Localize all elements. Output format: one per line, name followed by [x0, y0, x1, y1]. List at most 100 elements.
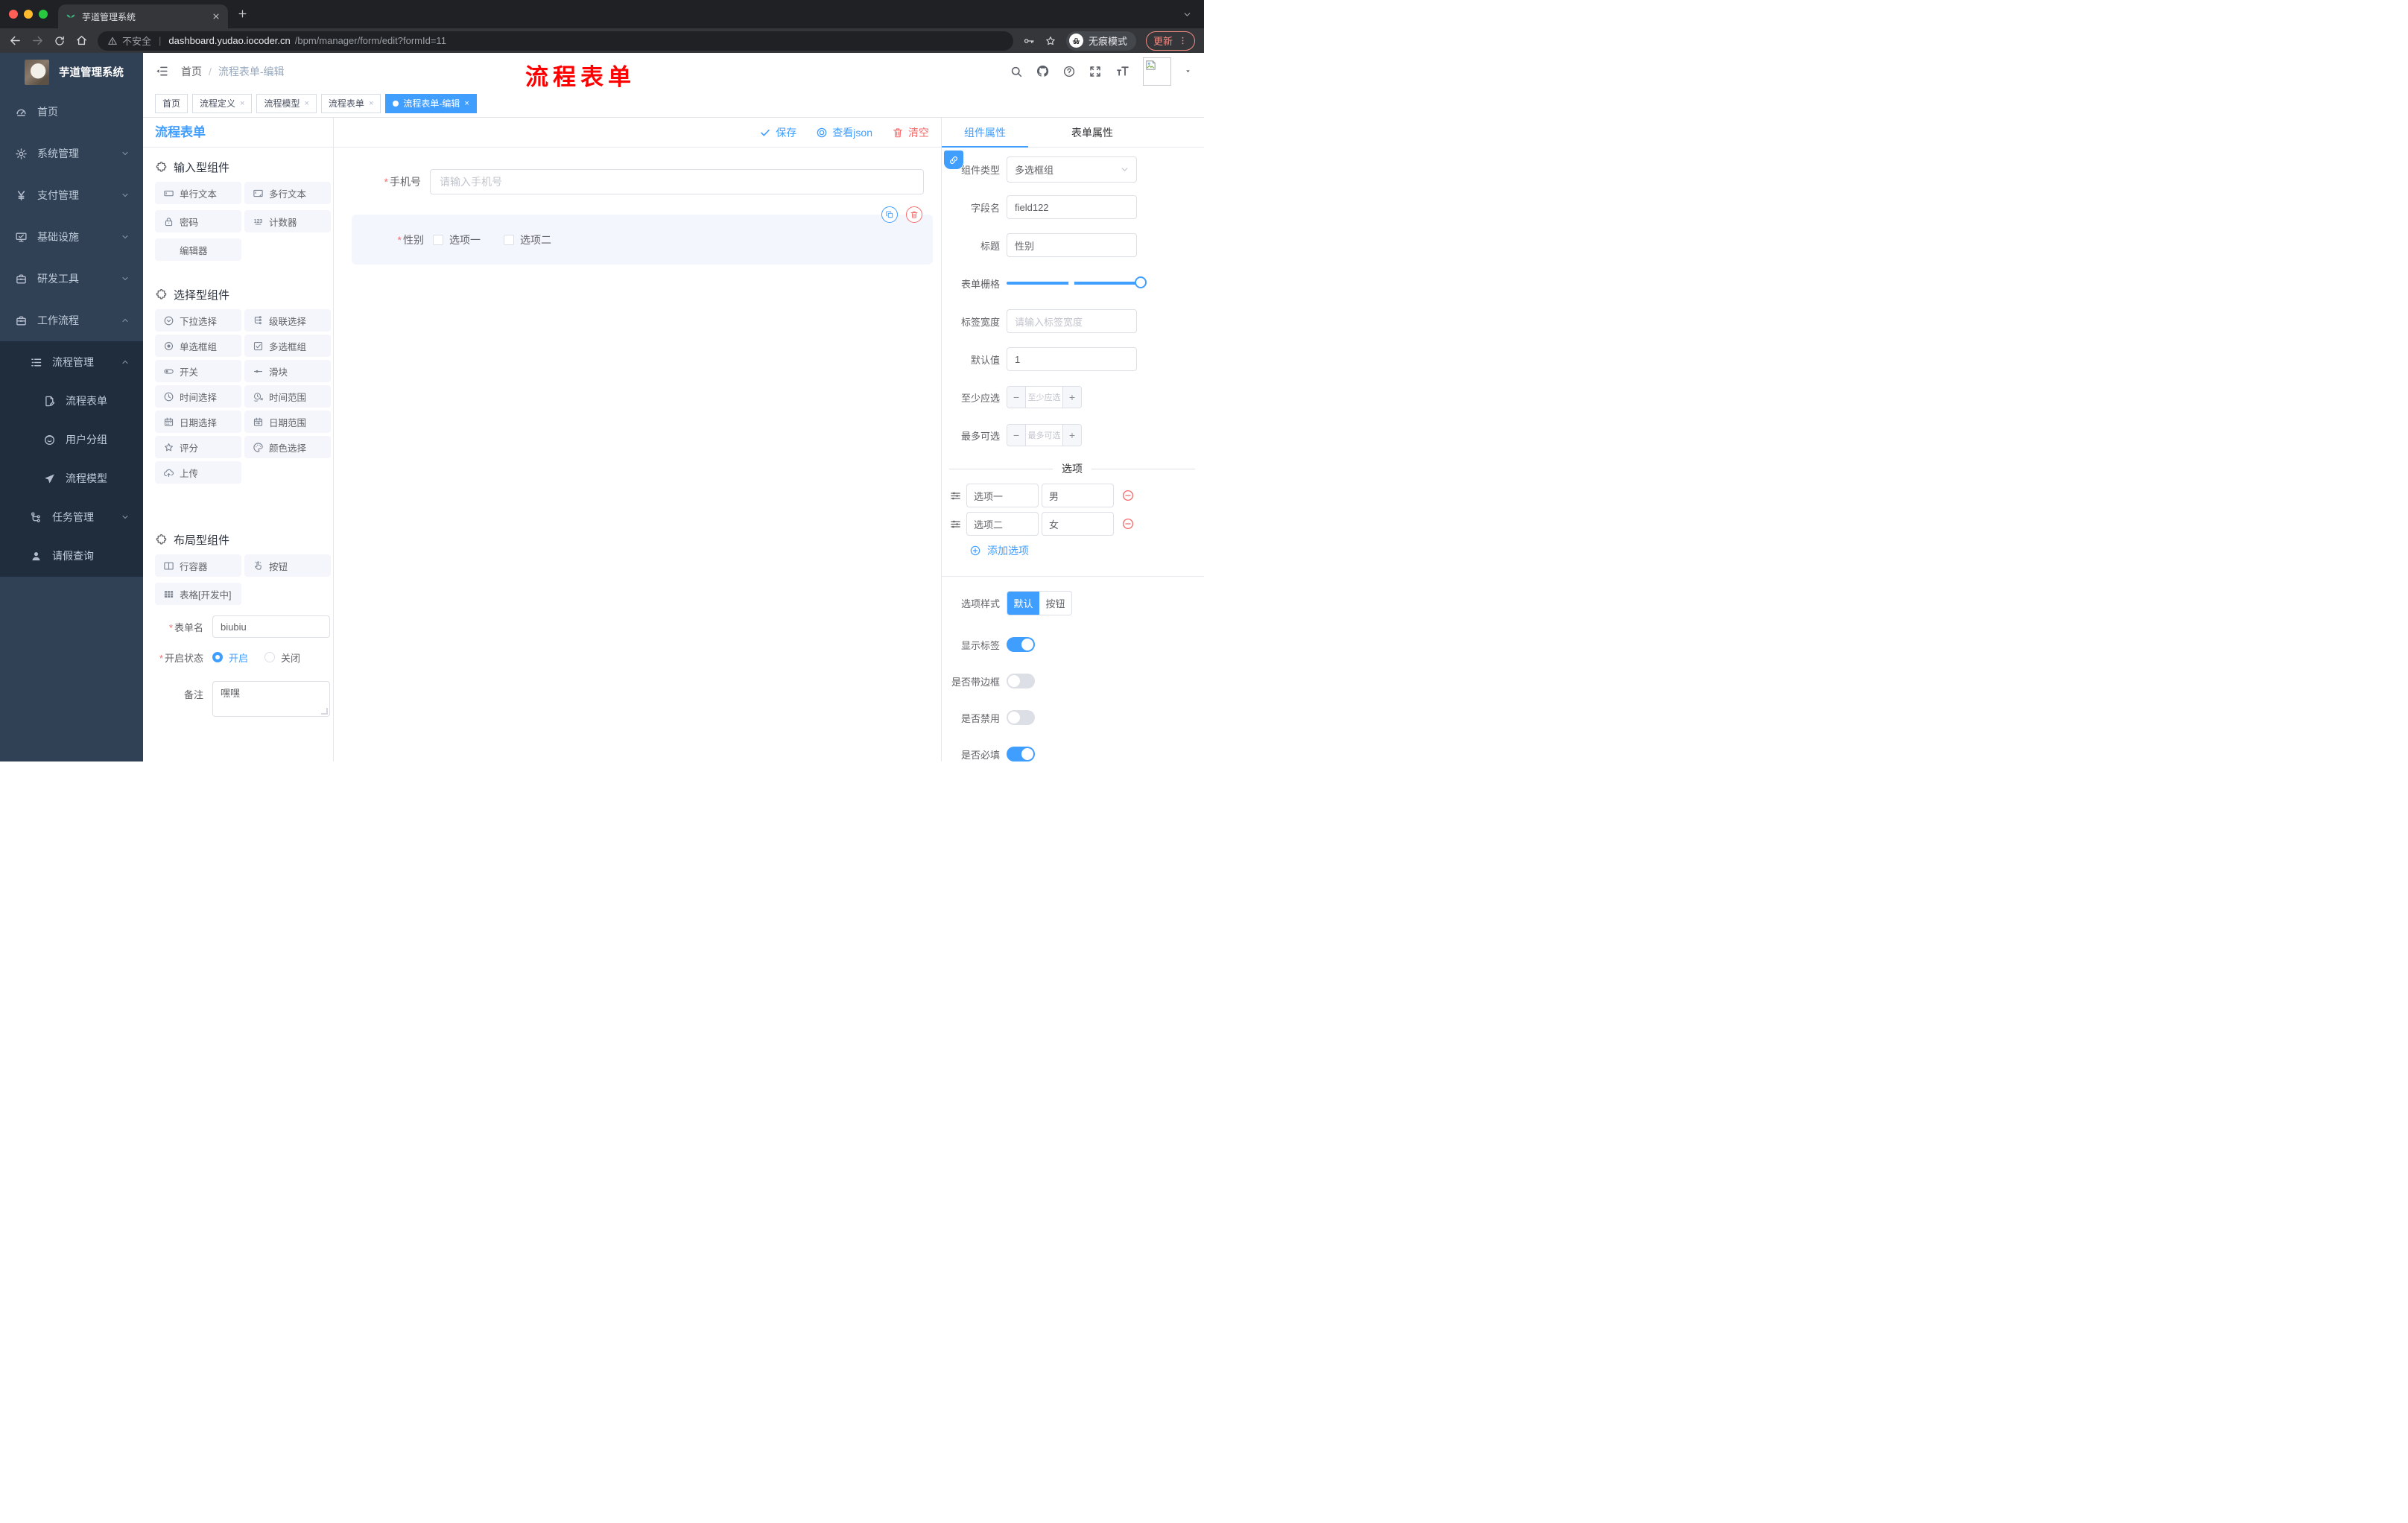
radio-off-label[interactable]: 关闭 — [281, 650, 300, 665]
component-chip[interactable]: 日期选择 — [155, 411, 241, 433]
segment-button[interactable]: 按钮 — [1039, 592, 1071, 615]
sidebar-collapse-icon[interactable] — [155, 64, 169, 78]
option-label-input[interactable]: 选项二 — [966, 512, 1039, 536]
sidebar-item[interactable]: 基础设施 — [0, 216, 143, 258]
phone-input[interactable]: 请输入手机号 — [430, 169, 924, 194]
reload-icon[interactable] — [54, 35, 66, 47]
tab-component-props[interactable]: 组件属性 — [942, 118, 1028, 147]
form-grid-slider[interactable] — [1007, 276, 1147, 288]
sidebar-subitem[interactable]: 流程模型 — [0, 459, 143, 498]
slider-handle[interactable] — [1135, 276, 1147, 288]
page-tab-close-icon[interactable]: × — [369, 99, 373, 108]
sidebar-subitem[interactable]: 用户分组 — [0, 420, 143, 459]
component-chip[interactable]: 编辑器 — [155, 238, 241, 261]
page-tab-close-icon[interactable]: × — [240, 99, 244, 108]
component-chip[interactable]: 评分 — [155, 436, 241, 458]
page-tab-close-icon[interactable]: × — [304, 99, 308, 108]
add-option-button[interactable]: 添加选项 — [969, 543, 1195, 558]
sidebar-subitem[interactable]: 任务管理 — [0, 498, 143, 536]
checkbox-option[interactable]: 选项二 — [504, 232, 574, 247]
stepper-increase-button[interactable]: + — [1062, 425, 1081, 446]
page-tab-close-icon[interactable]: × — [464, 99, 469, 108]
tab-close-icon[interactable] — [212, 12, 221, 21]
page-tab-chip[interactable]: 流程定义 × — [192, 93, 253, 113]
new-tab-button[interactable] — [237, 8, 248, 19]
clear-button[interactable]: 清空 — [892, 125, 929, 140]
checkbox[interactable] — [433, 234, 443, 245]
window-controls[interactable] — [9, 10, 48, 19]
toggle-switch[interactable] — [1007, 710, 1035, 725]
view-json-button[interactable]: 查看json — [816, 125, 872, 140]
drag-handle-icon[interactable] — [949, 490, 962, 502]
radio-off[interactable] — [264, 652, 276, 662]
tab-form-props[interactable]: 表单属性 — [1028, 118, 1156, 147]
min-select-input[interactable]: 至少应选 — [1026, 387, 1062, 408]
label-width-input[interactable]: 请输入标签宽度 — [1007, 309, 1137, 333]
component-chip[interactable]: 单选框组 — [155, 335, 241, 357]
component-chip[interactable]: 计数器 — [244, 210, 331, 232]
radio-on[interactable] — [212, 652, 223, 662]
toggle-switch[interactable] — [1007, 637, 1035, 652]
checkbox-option[interactable]: 选项一 — [433, 232, 504, 247]
avatar-caret-icon[interactable] — [1184, 67, 1192, 75]
component-chip[interactable]: 单行文本 — [155, 182, 241, 204]
sidebar-item[interactable]: 工作流程 — [0, 300, 143, 341]
page-tab-chip[interactable]: 流程表单-编辑 × — [385, 93, 477, 113]
field-name-input[interactable]: field122 — [1007, 195, 1137, 219]
component-chip[interactable]: 日期范围 — [244, 411, 331, 433]
remove-option-icon[interactable] — [1121, 517, 1135, 531]
duplicate-field-button[interactable] — [881, 206, 898, 223]
window-close-button[interactable] — [9, 10, 18, 19]
component-chip[interactable]: 行容器 — [155, 554, 241, 577]
address-bar[interactable]: 不安全 | dashboard.yudao.iocoder.cn/bpm/man… — [98, 31, 1013, 51]
user-avatar-broken-image[interactable] — [1143, 57, 1171, 86]
checkbox[interactable] — [504, 234, 514, 245]
remove-option-icon[interactable] — [1121, 489, 1135, 502]
component-type-select[interactable]: 多选框组 — [1007, 156, 1137, 183]
page-tab-chip[interactable]: 首页 × — [155, 93, 188, 113]
component-chip[interactable]: 上传 — [155, 461, 241, 484]
window-zoom-button[interactable] — [39, 10, 48, 19]
toggle-switch[interactable] — [1007, 747, 1035, 762]
title-input[interactable]: 性别 — [1007, 233, 1137, 257]
component-chip[interactable]: 多行文本 — [244, 182, 331, 204]
radio-on-label[interactable]: 开启 — [229, 650, 248, 665]
breadcrumb-home[interactable]: 首页 — [181, 64, 202, 79]
sidebar-item[interactable]: 系统管理 — [0, 133, 143, 174]
tab-search-chevron-icon[interactable] — [1182, 10, 1192, 19]
link-tag-button[interactable] — [944, 151, 963, 169]
component-chip[interactable]: 密码 — [155, 210, 241, 232]
search-icon[interactable] — [1010, 65, 1023, 78]
component-chip[interactable]: 级联选择 — [244, 309, 331, 332]
back-icon[interactable] — [9, 34, 22, 47]
sidebar-subitem[interactable]: 请假查询 — [0, 536, 143, 575]
phone-field-row[interactable]: * 手机号 请输入手机号 — [349, 169, 924, 194]
form-remark-textarea[interactable]: 嘿嘿 — [212, 681, 330, 717]
sidebar-item[interactable]: 研发工具 — [0, 258, 143, 300]
max-select-input[interactable]: 最多可选 — [1026, 425, 1062, 446]
component-chip[interactable]: 表格[开发中] — [155, 583, 241, 605]
segment-default[interactable]: 默认 — [1007, 592, 1039, 615]
fullscreen-icon[interactable] — [1089, 65, 1102, 78]
page-tab-chip[interactable]: 流程表单 × — [320, 93, 381, 113]
component-chip[interactable]: 颜色选择 — [244, 436, 331, 458]
stepper-decrease-button[interactable]: − — [1007, 425, 1026, 446]
page-tab-chip[interactable]: 流程模型 × — [256, 93, 317, 113]
component-chip[interactable]: 滑块 — [244, 360, 331, 382]
font-size-icon[interactable] — [1115, 63, 1130, 79]
component-chip[interactable]: 时间范围 — [244, 385, 331, 408]
drag-handle-icon[interactable] — [949, 518, 962, 531]
browser-update-button[interactable]: 更新 — [1145, 31, 1195, 51]
form-name-input[interactable]: biubiu — [212, 615, 330, 638]
option-value-input[interactable]: 女 — [1042, 512, 1114, 536]
sidebar-subitem[interactable]: 流程管理 — [0, 343, 143, 381]
component-chip[interactable]: 开关 — [155, 360, 241, 382]
kebab-menu-icon[interactable] — [1178, 36, 1188, 45]
component-chip[interactable]: 按钮 — [244, 554, 331, 577]
selected-field-block[interactable]: * 性别 选项一 选项二 — [352, 206, 933, 265]
bookmark-star-icon[interactable] — [1045, 35, 1056, 47]
window-minimize-button[interactable] — [24, 10, 33, 19]
default-value-input[interactable]: 1 — [1007, 347, 1137, 371]
browser-tab[interactable]: 芋道管理系统 — [58, 4, 228, 28]
component-chip[interactable]: 下拉选择 — [155, 309, 241, 332]
